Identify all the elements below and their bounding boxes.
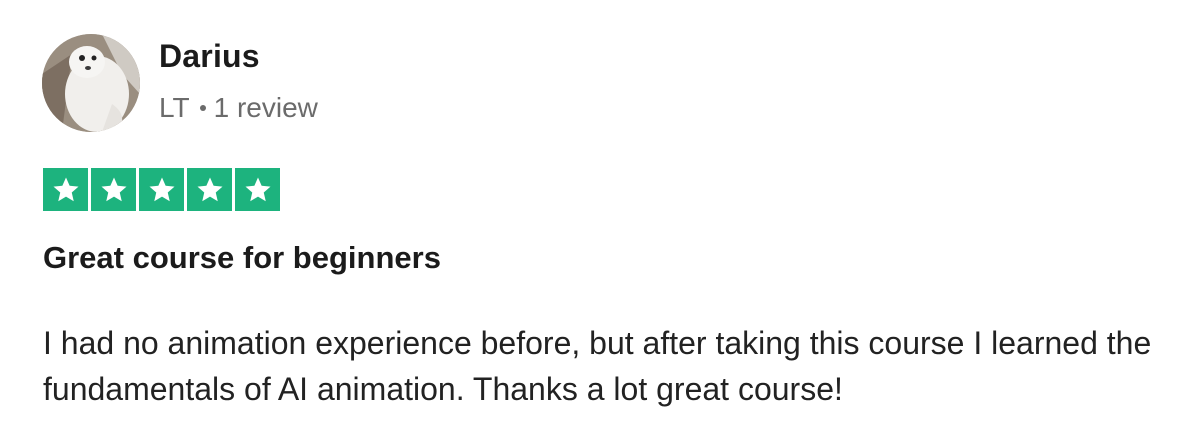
reviewer-review-count: 1 review [213,92,318,123]
review-title[interactable]: Great course for beginners [43,240,441,276]
avatar[interactable] [42,34,140,132]
separator-dot [199,105,206,111]
reviewer-country: LT [159,92,190,123]
review-card: Darius LT 1 review Great course for begi… [0,0,1184,448]
reviewer-meta: LT 1 review [159,92,318,124]
star-icon [43,168,88,211]
review-body: I had no animation experience before, bu… [43,325,1152,407]
star-icon [91,168,136,211]
avatar-photo [42,34,140,132]
star-icon [187,168,232,211]
star-icon [139,168,184,211]
star-icon [235,168,280,211]
reviewer-name[interactable]: Darius [159,38,260,75]
star-rating [43,168,280,211]
